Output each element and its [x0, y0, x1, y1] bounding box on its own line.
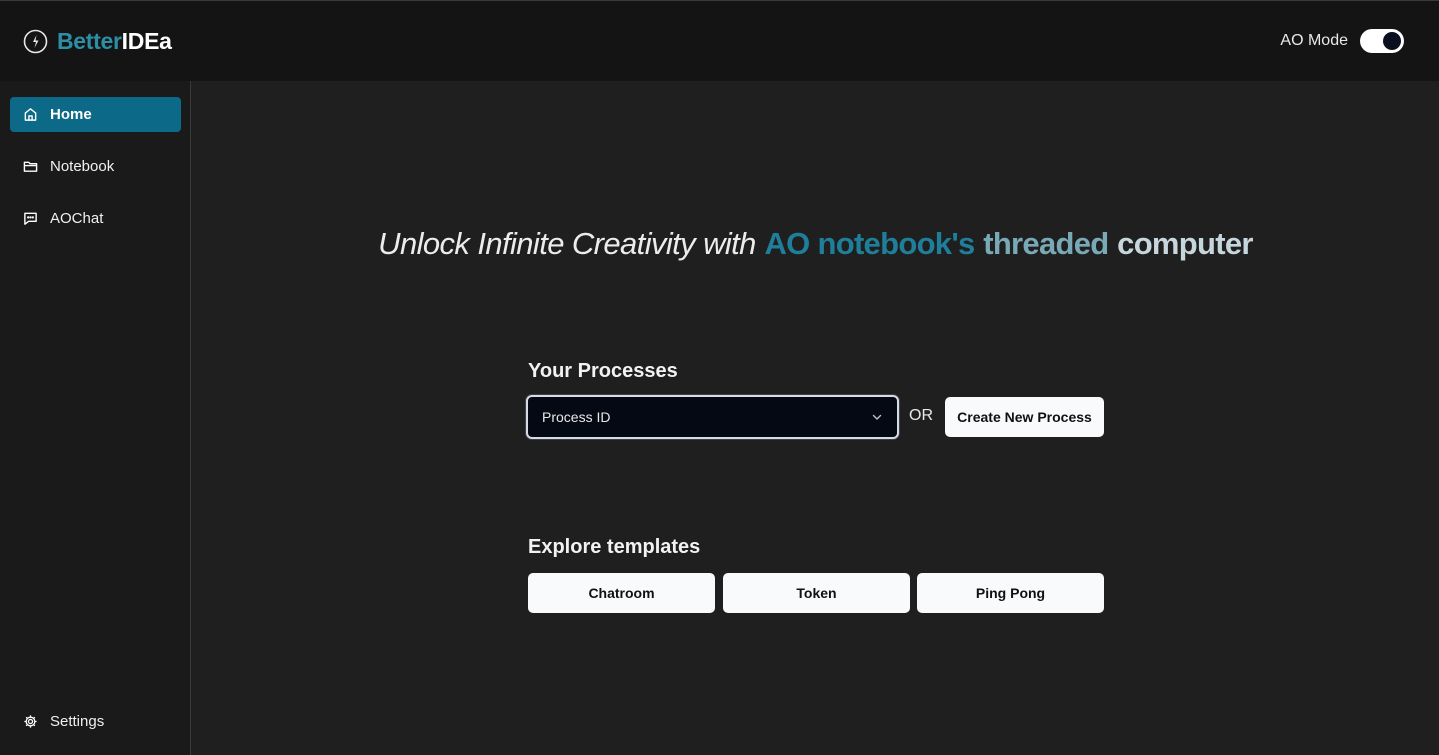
home-icon — [24, 108, 37, 121]
ao-mode-toggle[interactable] — [1360, 29, 1404, 53]
template-token-button[interactable]: Token — [723, 573, 910, 613]
chevron-down-icon — [872, 414, 882, 420]
sidebar-item-notebook[interactable]: Notebook — [10, 149, 181, 184]
brand[interactable]: BetterIDEa — [23, 28, 172, 55]
process-id-select[interactable]: Process ID — [526, 395, 899, 439]
sidebar-item-label: AOChat — [50, 210, 104, 227]
template-ping-pong-button[interactable]: Ping Pong — [917, 573, 1104, 613]
gear-icon — [24, 715, 37, 728]
sidebar-item-label: Settings — [50, 713, 105, 730]
hero-text-threaded: threaded — [983, 226, 1109, 261]
template-chatroom-button[interactable]: Chatroom — [528, 573, 715, 613]
sidebar: Home Notebook AOChat Settings — [0, 81, 191, 755]
processes-title: Your Processes — [528, 360, 678, 382]
sidebar-item-settings[interactable]: Settings — [10, 704, 181, 739]
hero-headline: Unlock Infinite Creativity with AO noteb… — [192, 224, 1439, 264]
sidebar-item-aochat[interactable]: AOChat — [10, 201, 181, 236]
templates-title: Explore templates — [528, 536, 701, 558]
logo-icon — [23, 29, 48, 53]
process-id-placeholder: Process ID — [542, 409, 611, 425]
toggle-knob — [1383, 32, 1401, 50]
create-new-process-button[interactable]: Create New Process — [945, 397, 1104, 437]
top-bar: BetterIDEa AO Mode — [0, 0, 1439, 81]
ao-mode-control: AO Mode — [1280, 29, 1404, 53]
sidebar-item-label: Home — [50, 106, 92, 123]
chat-icon — [24, 212, 37, 225]
brand-name: BetterIDEa — [57, 27, 172, 54]
or-label: OR — [909, 407, 933, 424]
hero-text-computer: computer — [1117, 226, 1253, 261]
hero-text-ao-notebook: AO notebook's — [764, 226, 975, 261]
folder-icon — [23, 161, 38, 172]
sidebar-item-label: Notebook — [50, 158, 115, 175]
sidebar-item-home[interactable]: Home — [10, 97, 181, 132]
hero-text-intro: Unlock Infinite Creativity with — [378, 226, 756, 261]
ao-mode-label: AO Mode — [1280, 32, 1348, 49]
